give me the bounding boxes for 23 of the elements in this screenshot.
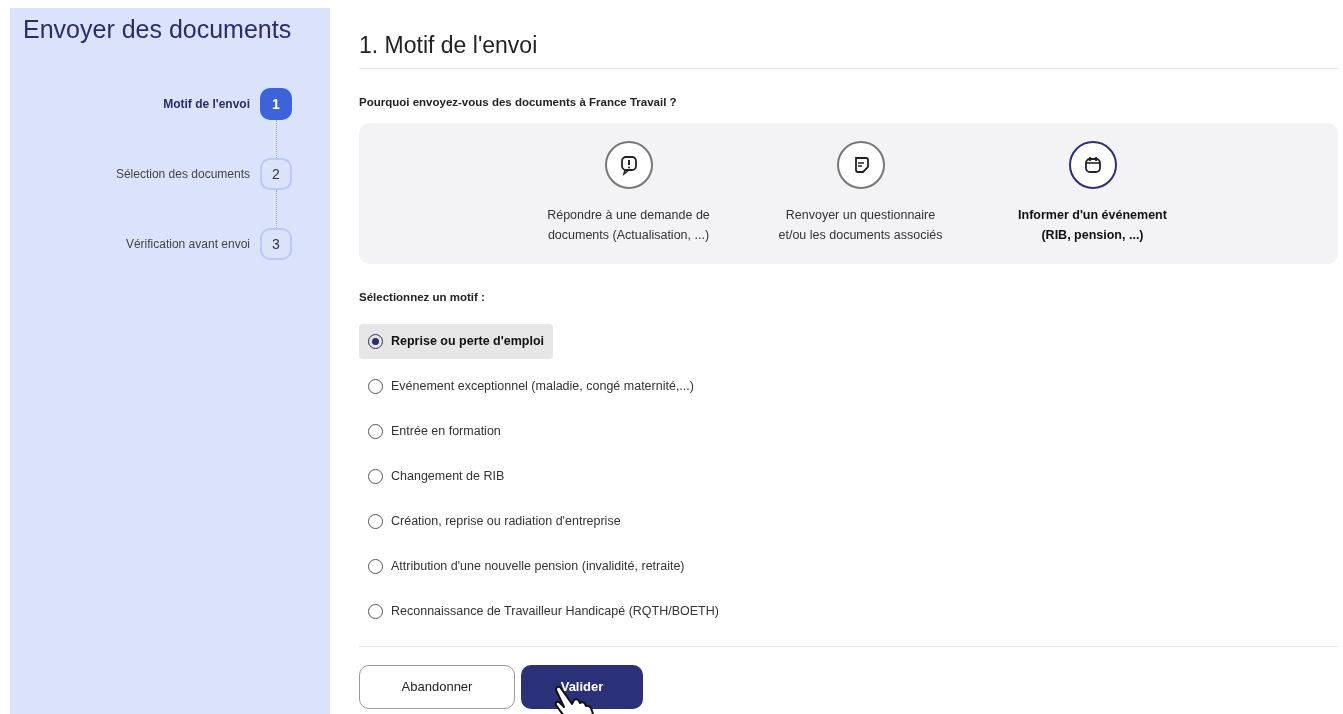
radio-option[interactable]: Reconnaissance de Travailleur Handicapé (RQTH/BOETH) xyxy=(359,593,728,629)
radio-option[interactable]: Evénement exceptionnel (maladie, congé maternité,...) xyxy=(359,368,703,404)
step-label[interactable]: Sélection des documents xyxy=(115,165,250,183)
radio-option[interactable]: Reprise ou perte d'emploi xyxy=(359,323,553,359)
step-number: 3 xyxy=(260,228,292,260)
radio-option[interactable]: Attribution d'une nouvelle pension (invalidité, retraite) xyxy=(359,548,694,584)
step-connector xyxy=(275,120,277,158)
section-heading: 1. Motif de l'envoi xyxy=(359,30,1338,69)
category-option[interactable]: Renvoyer un questionnaire et/ou les documents associés xyxy=(744,141,977,246)
radio-option[interactable]: Changement de RIB xyxy=(359,458,514,494)
step-label[interactable]: Motif de l'envoi xyxy=(163,95,250,113)
step-connector xyxy=(275,190,277,228)
question-text: Pourquoi envoyez-vous des documents à France Travail ? xyxy=(359,95,678,110)
step-number: 1 xyxy=(260,88,292,120)
radio-option[interactable]: Création, reprise ou radiation d'entreprise xyxy=(359,503,630,539)
step-label[interactable]: Vérification avant envoi xyxy=(125,235,250,253)
cancel-button[interactable]: Abandonner xyxy=(359,664,515,709)
category-option[interactable]: Répondre à une demande de documents (Actualisation, ...) xyxy=(512,141,745,246)
radio-option[interactable]: Entrée en formation xyxy=(359,413,510,449)
page-title: Envoyer des documents xyxy=(22,14,293,44)
motif-label: Sélectionnez un motif : xyxy=(359,290,486,306)
step-number: 2 xyxy=(260,158,292,190)
category-option[interactable]: Informer d'un événement (RIB, pension, ...) xyxy=(976,141,1209,246)
